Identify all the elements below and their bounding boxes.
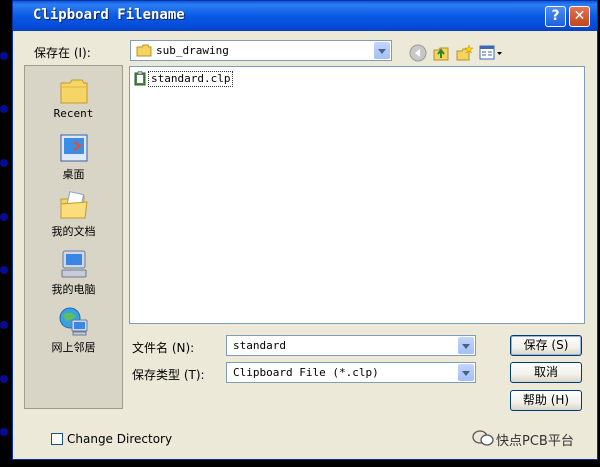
dialog-title: Clipboard Filename [33,7,185,23]
change-directory-checkbox[interactable] [51,433,63,445]
watermark-text: 快点PCB平台 [496,434,574,449]
folder-icon [136,44,152,57]
place-label: 网上邻居 [51,341,96,354]
file-name: standard.clp [148,71,234,87]
help-title-button[interactable]: ? [545,6,566,27]
places-bar: Recent 桌面 我的文档 我的电脑 网上邻居 [24,65,123,409]
place-label: 桌面 [62,168,85,181]
help-button[interactable]: 帮助 (H) [510,390,582,411]
filetype-value: Clipboard File (*.clp) [233,366,379,379]
filename-label: 文件名 (N): [132,341,195,355]
clipboard-file-icon [134,71,146,86]
place-label: 我的电脑 [51,283,96,296]
close-button[interactable]: ✕ [569,6,590,27]
recent-folder-icon [60,79,87,104]
views-menu-icon[interactable] [479,44,503,62]
desktop-icon [60,134,87,162]
place-label: Recent [53,107,94,120]
file-list[interactable]: standard.clp [129,66,585,324]
filename-value: standard [233,339,286,352]
my-computer-icon [61,250,86,278]
up-folder-icon[interactable] [432,44,450,62]
filetype-label: 保存类型 (T): [132,368,205,382]
back-icon[interactable] [409,44,427,62]
save-in-label: 保存在 (I): [34,46,91,60]
place-desktop[interactable]: 桌面 [25,133,122,182]
change-directory-label: Change Directory [67,432,173,446]
new-folder-icon[interactable] [455,44,473,62]
network-places-icon [59,307,87,336]
place-recent[interactable]: Recent [25,76,122,120]
filetype-select[interactable]: Clipboard File (*.clp) [226,362,476,383]
filename-input[interactable]: standard [226,335,476,356]
place-label: 我的文档 [51,225,96,238]
chevron-down-icon[interactable] [458,364,474,381]
my-documents-icon [60,191,88,219]
chevron-down-icon[interactable] [374,42,390,59]
place-my-documents[interactable]: 我的文档 [25,190,122,239]
place-my-computer[interactable]: 我的电脑 [25,248,122,297]
title-bar[interactable]: Clipboard Filename ? ✕ [13,1,597,31]
save-button[interactable]: 保存 (S) [510,335,582,356]
chat-bubble-icon [472,430,494,446]
save-in-combobox[interactable]: sub_drawing [130,40,392,61]
place-network[interactable]: 网上邻居 [25,306,122,355]
save-in-value: sub_drawing [156,44,229,57]
cancel-button[interactable]: 取消 [510,362,582,383]
chevron-down-icon[interactable] [458,337,474,354]
